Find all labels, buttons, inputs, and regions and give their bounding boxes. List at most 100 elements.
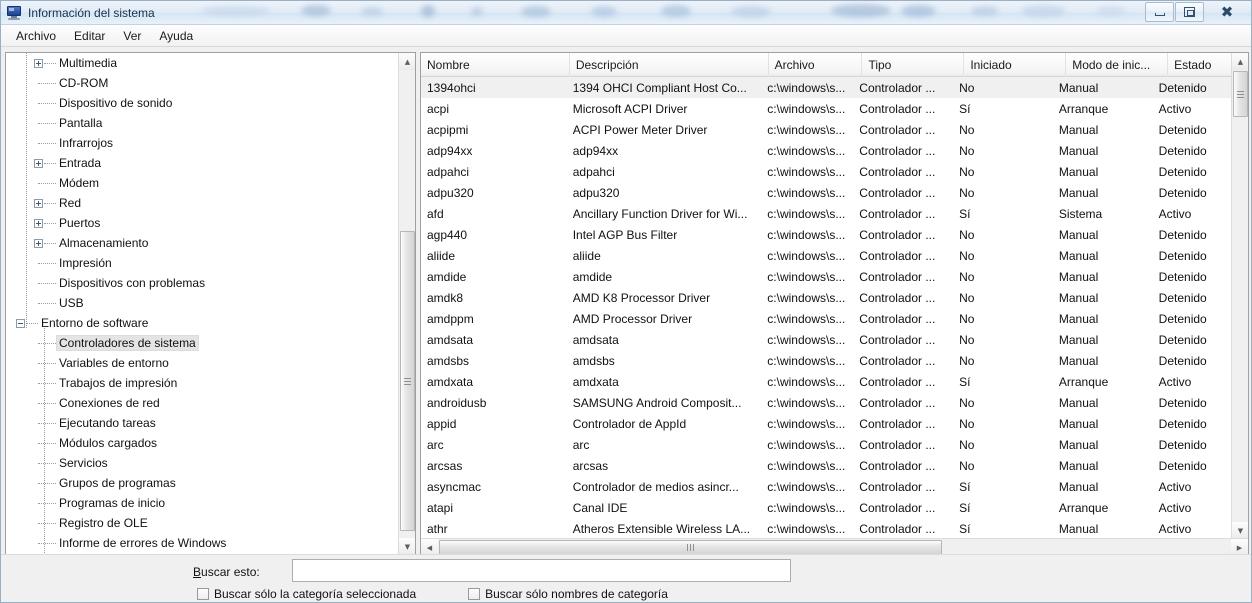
cell-modo: Manual <box>1058 416 1099 431</box>
table-row[interactable]: adpahci adpahci c:\windows\s... Controlador… <box>421 161 1231 182</box>
column-header-iniciado[interactable]: Iniciado <box>964 53 1067 77</box>
table-row[interactable]: amdppm AMD Processor Driver c:\windows\s..… <box>421 308 1231 329</box>
table-row[interactable]: afd Ancillary Function Driver for Wi... c:… <box>421 203 1231 224</box>
table-row[interactable]: arcsas arcsas c:\windows\s... Controlador .… <box>421 455 1231 476</box>
list-vertical-scrollbar[interactable]: ▲ ▼ <box>1231 53 1248 539</box>
tree-item-label: Impresión <box>59 256 112 270</box>
tree-scroll-down-button[interactable]: ▼ <box>399 538 415 555</box>
cell-nombre: amdsata <box>427 332 474 347</box>
cell-modo: Arranque <box>1058 101 1109 116</box>
tree-connector <box>38 102 56 104</box>
column-header-descripci-n[interactable]: Descripción <box>570 53 769 77</box>
cell-estado: Detenido <box>1158 164 1207 179</box>
tree-item-ejecutando-tareas[interactable]: Ejecutando tareas <box>6 413 399 433</box>
tree-scroll-up-button[interactable]: ▲ <box>399 53 415 70</box>
column-header-tipo[interactable]: Tipo <box>862 53 965 77</box>
list-hscroll-thumb[interactable] <box>439 540 942 555</box>
column-header-archivo[interactable]: Archivo <box>769 53 863 77</box>
table-row[interactable]: amdsbs amdsbs c:\windows\s... Controlador .… <box>421 350 1231 371</box>
table-row[interactable]: androidusb SAMSUNG Android Composit... c:\… <box>421 392 1231 413</box>
table-row[interactable]: amdxata amdxata c:\windows\s... Controlador… <box>421 371 1231 392</box>
cell-estado: Detenido <box>1158 395 1207 410</box>
cell-nombre: 1394ohci <box>427 80 476 95</box>
cell-nombre: appid <box>427 416 457 431</box>
cell-descripcion: AMD K8 Processor Driver <box>572 290 711 305</box>
table-row[interactable]: amdk8 AMD K8 Processor Driver c:\windows\s… <box>421 287 1231 308</box>
tree-item-informe-de-errores-de-windows[interactable]: Informe de errores de Windows <box>6 533 399 553</box>
tree-item-registro-de-ole[interactable]: Registro de OLE <box>6 513 399 533</box>
tree-item-m-dem[interactable]: Módem <box>6 173 399 193</box>
checkbox-only-selected-category[interactable]: Buscar sólo la categoría seleccionada <box>197 587 416 601</box>
checkbox-only-category-names[interactable]: Buscar sólo nombres de categoría <box>468 587 668 601</box>
search-input[interactable] <box>292 559 791 582</box>
tree-item-red[interactable]: Red <box>6 193 399 213</box>
table-row[interactable]: atapi Canal IDE c:\windows\s... Controlador… <box>421 497 1231 518</box>
tree-item-cd-rom[interactable]: CD-ROM <box>6 73 399 93</box>
restore-button[interactable] <box>1175 2 1204 22</box>
list-scroll-thumb[interactable] <box>1233 71 1248 117</box>
category-tree[interactable]: Multimedia CD-ROM Dispositivo de sonido Pan… <box>6 53 399 555</box>
tree-item-label: Controladores de sistema <box>56 335 199 351</box>
tree-item-m-dulos-cargados[interactable]: Módulos cargados <box>6 433 399 453</box>
tree-item-variables-de-entorno[interactable]: Variables de entorno <box>6 353 399 373</box>
tree-item-label: Programas de inicio <box>59 496 166 510</box>
tree-item-conexiones-de-red[interactable]: Conexiones de red <box>6 393 399 413</box>
tree-item-impresi-n[interactable]: Impresión <box>6 253 399 273</box>
tree-scroll-thumb[interactable] <box>400 231 415 531</box>
tree-item-controladores-de-sistema[interactable]: Controladores de sistema <box>6 333 399 353</box>
tree-item-pantalla[interactable]: Pantalla <box>6 113 399 133</box>
cell-descripcion: Microsoft ACPI Driver <box>572 101 688 116</box>
expand-icon[interactable] <box>34 218 43 228</box>
cell-tipo: Controlador ... <box>859 479 936 494</box>
collapse-icon[interactable] <box>16 318 25 328</box>
menu-ver[interactable]: Ver <box>114 27 150 45</box>
table-row[interactable]: asyncmac Controlador de medios asincr... c… <box>421 476 1231 497</box>
tree-item-entrada[interactable]: Entrada <box>6 153 399 173</box>
table-row[interactable]: adpu320 adpu320 c:\windows\s... Controlador… <box>421 182 1231 203</box>
table-row[interactable]: adp94xx adp94xx c:\windows\s... Controlador… <box>421 140 1231 161</box>
list-scroll-up-button[interactable]: ▲ <box>1232 53 1248 70</box>
close-button[interactable]: ✖ <box>1205 2 1249 22</box>
menu-archivo[interactable]: Archivo <box>7 27 65 45</box>
table-row[interactable]: aliide aliide c:\windows\s... Controlador .… <box>421 245 1231 266</box>
tree-item-grupos-de-programas[interactable]: Grupos de programas <box>6 473 399 493</box>
cell-iniciado: Sí <box>959 500 971 515</box>
tree-item-entorno-de-software[interactable]: Entorno de software <box>6 313 399 333</box>
expand-icon[interactable] <box>34 158 43 168</box>
table-row[interactable]: amdide amdide c:\windows\s... Controlador .… <box>421 266 1231 287</box>
table-row[interactable]: athr Atheros Extensible Wireless LA... c:\… <box>421 518 1231 539</box>
checkbox-box-icon[interactable] <box>468 588 481 600</box>
tree-vertical-scrollbar[interactable]: ▲ ▼ <box>398 53 415 555</box>
tree-item-puertos[interactable]: Puertos <box>6 213 399 233</box>
tree-item-dispositivo-de-sonido[interactable]: Dispositivo de sonido <box>6 93 399 113</box>
checkbox-box-icon[interactable] <box>197 588 209 600</box>
table-row[interactable]: 1394ohci 1394 OHCI Compliant Host Co... c:… <box>421 77 1231 98</box>
minimize-button[interactable] <box>1145 2 1174 22</box>
column-header-modo-de-inic[interactable]: Modo de inic... <box>1066 53 1169 77</box>
tree-item-usb[interactable]: USB <box>6 293 399 313</box>
tree-item-dispositivos-con-problemas[interactable]: Dispositivos con problemas <box>6 273 399 293</box>
menu-editar[interactable]: Editar <box>65 27 114 45</box>
column-header-nombre[interactable]: Nombre <box>421 53 570 77</box>
table-row[interactable]: acpi Microsoft ACPI Driver c:\windows\s...… <box>421 98 1231 119</box>
cell-estado: Detenido <box>1158 143 1207 158</box>
table-row[interactable]: appid Controlador de AppId c:\windows\s...… <box>421 413 1231 434</box>
expand-icon[interactable] <box>34 238 43 248</box>
table-row[interactable]: amdsata amdsata c:\windows\s... Controlador… <box>421 329 1231 350</box>
list-horizontal-scrollbar[interactable]: ◀ ▶ <box>421 538 1248 555</box>
list-scroll-down-button[interactable]: ▼ <box>1232 522 1248 539</box>
drivers-table[interactable]: 1394ohci 1394 OHCI Compliant Host Co... c:… <box>421 77 1231 539</box>
expand-icon[interactable] <box>34 198 43 208</box>
tree-item-infrarrojos[interactable]: Infrarrojos <box>6 133 399 153</box>
expand-icon[interactable] <box>34 58 43 68</box>
table-row[interactable]: arc arc c:\windows\s... Controlador ... No Ma… <box>421 434 1231 455</box>
table-row[interactable]: acpipmi ACPI Power Meter Driver c:\windows… <box>421 119 1231 140</box>
tree-item-almacenamiento[interactable]: Almacenamiento <box>6 233 399 253</box>
menu-ayuda[interactable]: Ayuda <box>150 27 202 45</box>
tree-item-programas-de-inicio[interactable]: Programas de inicio <box>6 493 399 513</box>
tree-item-servicios[interactable]: Servicios <box>6 453 399 473</box>
table-row[interactable]: agp440 Intel AGP Bus Filter c:\windows\s..… <box>421 224 1231 245</box>
tree-item-multimedia[interactable]: Multimedia <box>6 53 399 73</box>
tree-item-trabajos-de-impresi-n[interactable]: Trabajos de impresión <box>6 373 399 393</box>
cell-descripcion: SAMSUNG Android Composit... <box>572 395 742 410</box>
